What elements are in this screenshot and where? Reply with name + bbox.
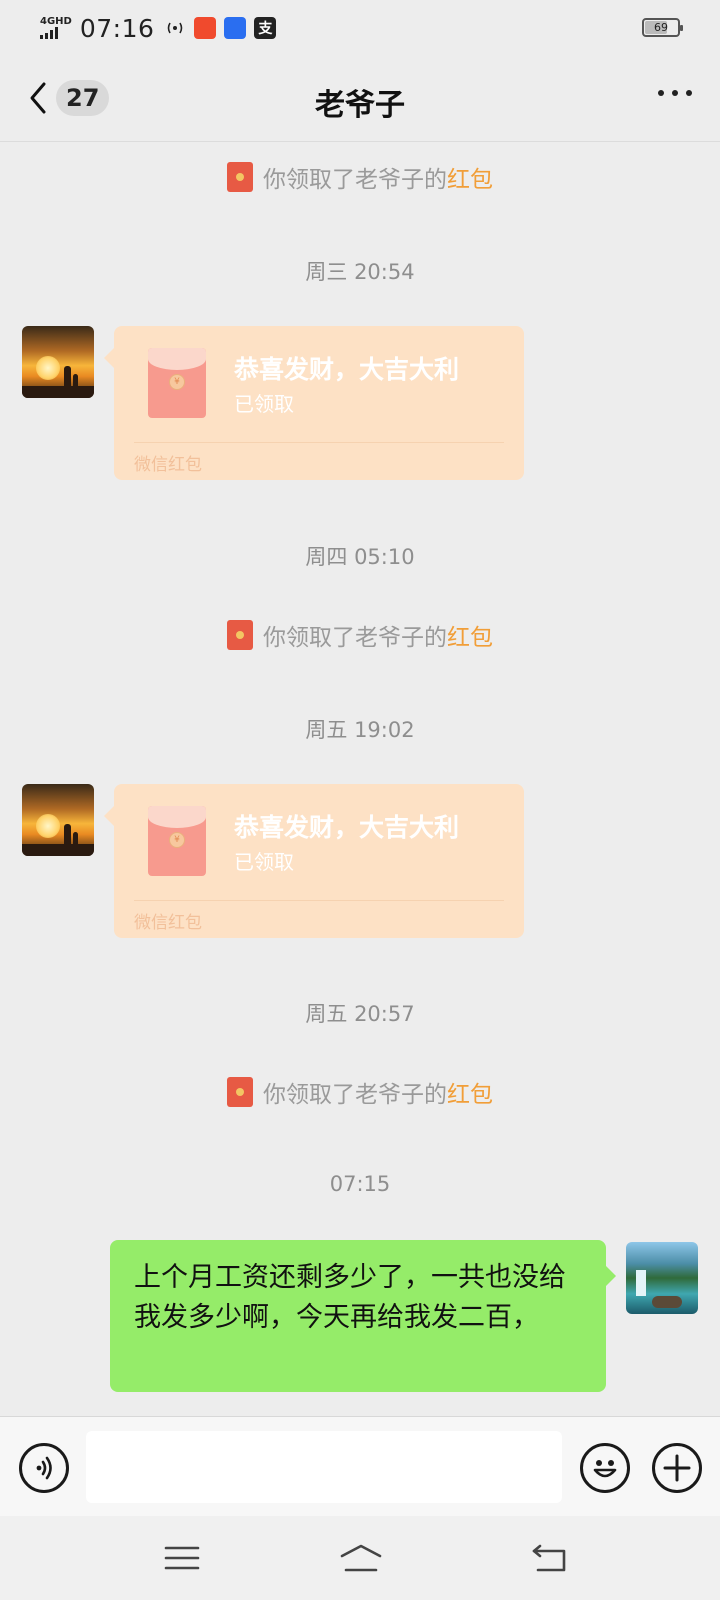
app-notification-icon: [194, 17, 217, 39]
timestamp: 07:15: [329, 1172, 391, 1196]
red-packet-icon: [227, 620, 253, 650]
system-message: 你领取了老爷子的 红包: [0, 160, 720, 194]
red-packet-footer: 微信红包: [134, 913, 202, 933]
network-type: 4GHD: [40, 16, 72, 27]
contact-avatar[interactable]: [22, 784, 94, 856]
voice-icon: [36, 1456, 52, 1480]
battery-icon: 69: [642, 18, 683, 37]
alipay-icon: 支: [254, 17, 277, 39]
red-envelope-icon: ¥: [148, 806, 206, 876]
status-bar: 4GHD 07:16 支 69: [0, 0, 720, 56]
more-functions-button[interactable]: [652, 1443, 702, 1493]
emoji-icon: [593, 1460, 617, 1478]
system-message: 你领取了老爷子的 红包: [0, 1075, 720, 1109]
message-input[interactable]: [86, 1431, 562, 1503]
signal-icon: 4GHD: [40, 17, 72, 39]
chat-title: 老爷子: [315, 88, 405, 123]
red-packet-link[interactable]: 红包: [447, 1075, 493, 1109]
system-message-text: 你领取了老爷子的: [263, 1082, 447, 1108]
contact-avatar[interactable]: [22, 326, 94, 398]
timestamp: 周五 19:02: [305, 718, 415, 742]
timestamp: 周五 20:57: [305, 1002, 415, 1026]
hotspot-icon: [164, 17, 186, 39]
system-message: 你领取了老爷子的 红包: [0, 618, 720, 652]
red-packet-link[interactable]: 红包: [447, 160, 493, 194]
divider: [134, 442, 504, 443]
red-packet-status: 已领取: [234, 850, 294, 874]
red-packet-message[interactable]: ¥ 恭喜发财，大吉大利 已领取 微信红包: [104, 784, 524, 938]
my-avatar[interactable]: [626, 1242, 698, 1314]
system-navigation-bar: [0, 1516, 720, 1600]
red-packet-title: 恭喜发财，大吉大利: [234, 355, 460, 384]
red-packet-icon: [227, 1077, 253, 1107]
red-packet-link[interactable]: 红包: [447, 618, 493, 652]
more-icon: [658, 90, 664, 96]
chat-header: 27 老爷子: [0, 56, 720, 142]
app-notification-icon: [224, 17, 247, 39]
red-packet-icon: [227, 162, 253, 192]
system-message-text: 你领取了老爷子的: [263, 625, 447, 651]
status-time: 07:16: [79, 13, 155, 43]
input-bar: [0, 1416, 720, 1516]
outgoing-message[interactable]: 上个月工资还剩多少了，一共也没给我发多少啊，今天再给我发二百，: [110, 1240, 616, 1392]
voice-button[interactable]: [19, 1443, 69, 1493]
system-message-text: 你领取了老爷子的: [263, 167, 447, 193]
more-options-button[interactable]: [658, 90, 692, 96]
menu-icon[interactable]: [162, 1542, 202, 1574]
red-packet-message[interactable]: ¥ 恭喜发财，大吉大利 已领取 微信红包: [104, 326, 524, 480]
home-icon[interactable]: [338, 1542, 384, 1574]
divider: [134, 900, 504, 901]
back-nav-icon[interactable]: [530, 1542, 570, 1574]
plus-icon: [663, 1454, 691, 1482]
emoji-button[interactable]: [580, 1443, 630, 1493]
red-packet-footer: 微信红包: [134, 455, 202, 475]
timestamp: 周三 20:54: [305, 260, 415, 284]
timestamp: 周四 05:10: [305, 545, 415, 569]
red-packet-title: 恭喜发财，大吉大利: [234, 813, 460, 842]
red-envelope-icon: ¥: [148, 348, 206, 418]
red-packet-status: 已领取: [234, 392, 294, 416]
battery-level: 69: [654, 21, 668, 34]
